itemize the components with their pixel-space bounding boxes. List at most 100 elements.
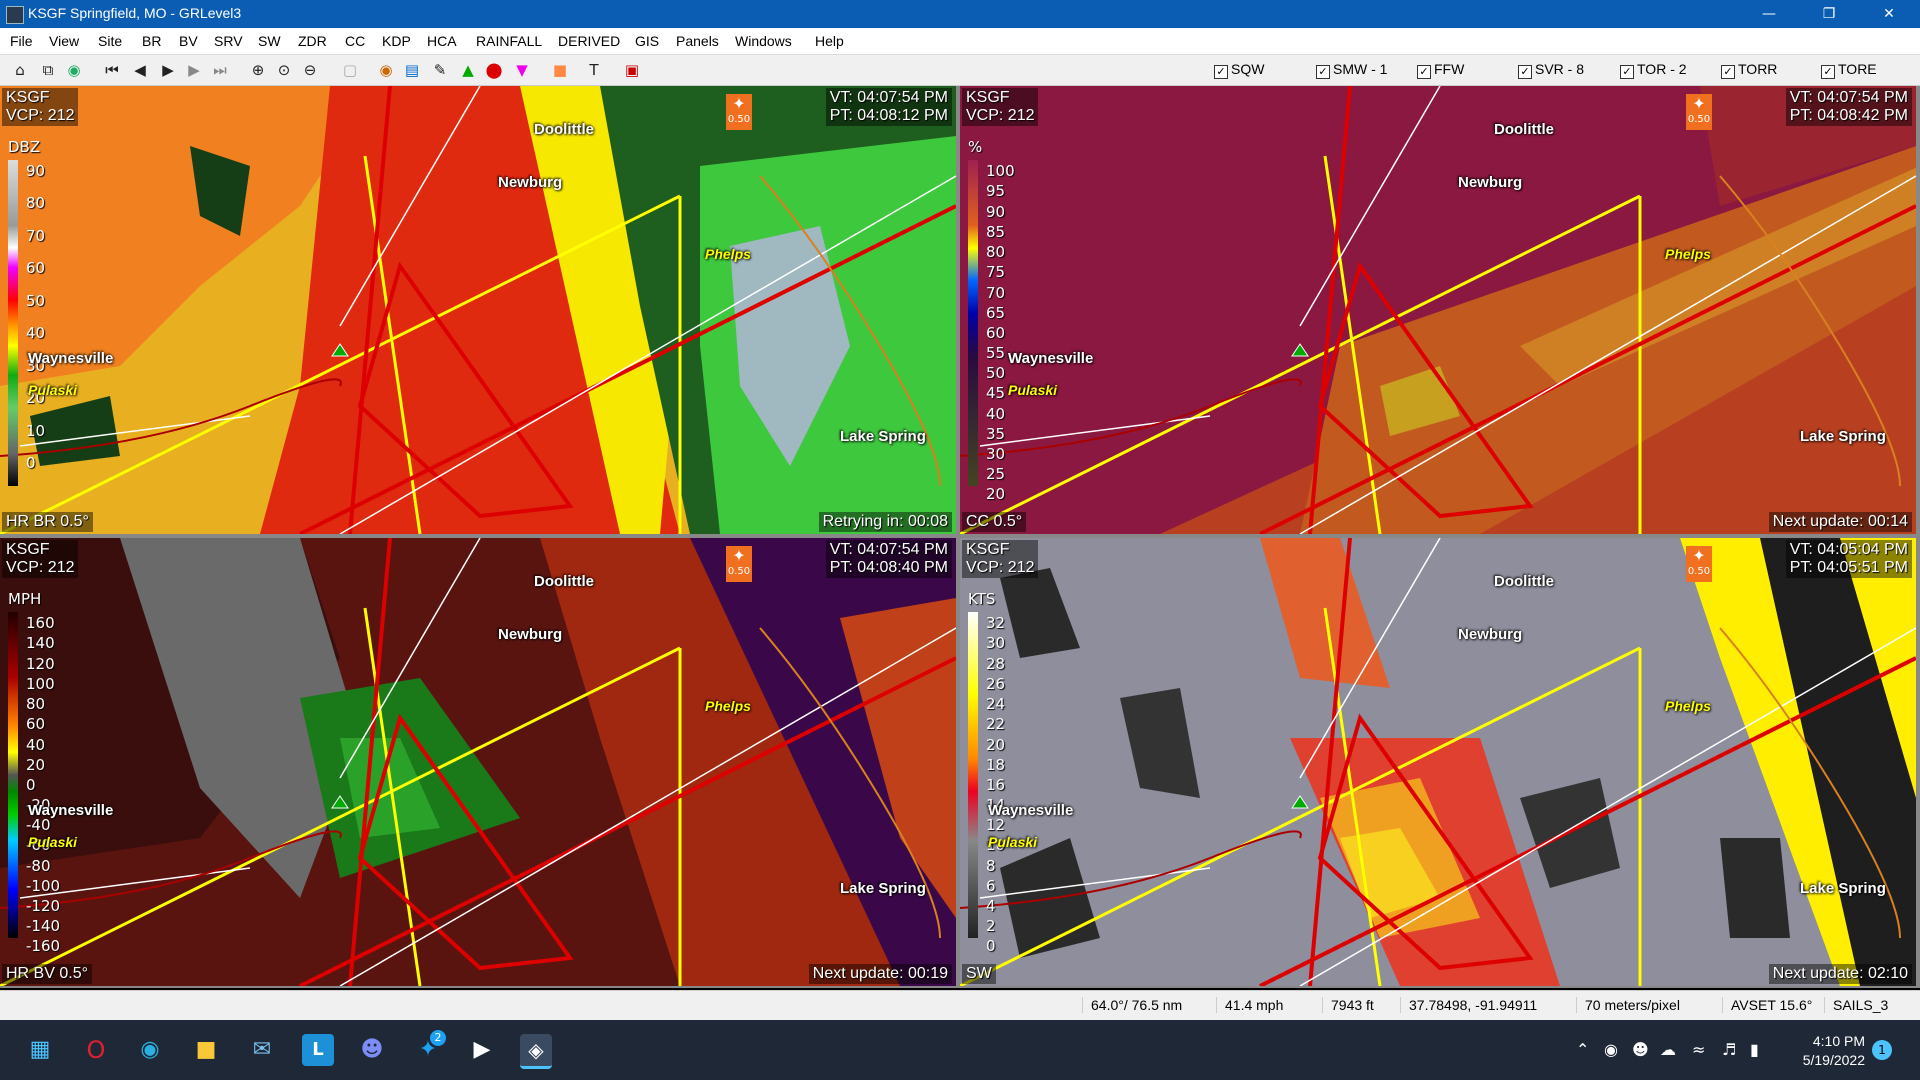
menu-file[interactable]: File [10, 33, 33, 49]
radar-panels: KSGF VCP: 212 VT: 04:07:54 PM PT: 04:08:12… [0, 86, 1920, 988]
warning-toggle-tor[interactable]: ✓ TOR - 2 [1620, 61, 1687, 79]
circle-icon[interactable]: ⬤ [484, 60, 504, 80]
notification-badge[interactable]: 1 [1872, 1040, 1892, 1060]
menu-cc[interactable]: CC [345, 33, 365, 49]
spectrum-width-map [960, 538, 1916, 986]
media-player-icon[interactable]: ▶ [466, 1034, 498, 1066]
steam-icon[interactable]: ◉ [1604, 1040, 1618, 1059]
wifi-icon[interactable]: ≈ [1692, 1040, 1705, 1059]
step-forward-icon[interactable]: ▶ [184, 60, 204, 80]
menu-site[interactable]: Site [98, 33, 122, 49]
battery-icon[interactable]: ▮ [1750, 1040, 1759, 1059]
spotter-marker[interactable]: ✦ 0.50 [726, 546, 752, 582]
file-explorer-icon[interactable]: ■ [190, 1034, 222, 1066]
warning-toggle-ffw[interactable]: ✓ FFW [1417, 61, 1464, 79]
city-phelps: Phelps [705, 698, 751, 714]
color-table-icon[interactable]: ◉ [376, 60, 396, 80]
warning-toggle-tore[interactable]: ✓ TORE [1821, 61, 1877, 79]
zoom-in-icon[interactable]: ⊕ [248, 60, 268, 80]
zoom-area-icon[interactable]: ⊙ [274, 60, 294, 80]
menu-bv[interactable]: BV [179, 33, 198, 49]
zoom-out-icon[interactable]: ⊖ [300, 60, 320, 80]
title-bar: KSGF Springfield, MO - GRLevel3 — ❐ ✕ [0, 0, 1920, 28]
bearing-readout: 64.0°/ 76.5 nm [1082, 997, 1182, 1013]
system-clock[interactable]: 4:10 PM 5/19/2022 [1803, 1032, 1865, 1070]
discord-icon[interactable]: ☻ [356, 1034, 388, 1066]
onedrive-icon[interactable]: ☁ [1660, 1040, 1676, 1059]
menu-srv[interactable]: SRV [214, 33, 243, 49]
city-doolittle: Doolittle [534, 573, 594, 590]
discord-tray-icon[interactable]: ☻ [1632, 1040, 1649, 1059]
city-pulaski: Pulaski [28, 834, 78, 850]
play-icon[interactable]: ▶ [158, 60, 178, 80]
home-icon[interactable]: ⌂ [10, 60, 30, 80]
skip-forward-icon[interactable]: ⏭ [210, 60, 230, 80]
menu-rainfall[interactable]: RAINFALL [476, 33, 542, 49]
skip-back-icon[interactable]: ⏮ [102, 60, 122, 80]
l-app-icon[interactable]: L [302, 1034, 334, 1066]
text-icon[interactable]: T [584, 60, 604, 80]
warning-toggle-smw[interactable]: ✓ SMW - 1 [1316, 61, 1387, 79]
site-info: KSGF VCP: 212 [2, 540, 79, 578]
city-lake-spring: Lake Spring [1800, 428, 1886, 445]
opera-icon[interactable]: O [80, 1034, 112, 1066]
city-lake-spring: Lake Spring [840, 880, 926, 897]
city-newburg: Newburg [1458, 174, 1523, 191]
menu-help[interactable]: Help [815, 33, 844, 49]
menu-view[interactable]: View [49, 33, 79, 49]
volume-icon[interactable]: ♬ [1722, 1040, 1736, 1059]
menu-br[interactable]: BR [142, 33, 161, 49]
site-info: KSGF VCP: 212 [962, 88, 1039, 126]
taskbar: ▦ O ◉ ■ ✉ L ☻ ✦ 2 ▶ ◈ ⌃ ◉ ☻ ☁ ≈ ♬ ▮ 4:10 … [0, 1020, 1920, 1080]
city-newburg: Newburg [498, 174, 563, 191]
edge-icon[interactable]: ◉ [134, 1034, 166, 1066]
grlevel3-icon[interactable]: ◈ [520, 1034, 552, 1069]
mail-icon[interactable]: ✉ [246, 1034, 278, 1066]
minimize-icon[interactable]: — [1746, 0, 1792, 28]
spotter-marker[interactable]: ✦ 0.50 [1686, 546, 1712, 582]
city-waynesville: Waynesville [1008, 350, 1094, 367]
city-doolittle: Doolittle [1494, 573, 1554, 590]
correlation-map [960, 86, 1916, 534]
velocity-map [0, 538, 956, 986]
legend-icon[interactable]: ▤ [402, 60, 422, 80]
step-back-icon[interactable]: ◀ [130, 60, 150, 80]
reflectivity-panel[interactable]: KSGF VCP: 212 VT: 04:07:54 PM PT: 04:08:12… [0, 86, 956, 534]
windows-start-icon[interactable]: ▦ [24, 1034, 56, 1066]
menu-hca[interactable]: HCA [427, 33, 457, 49]
product-label: HR BV 0.5° [2, 964, 92, 984]
menu-panels[interactable]: Panels [676, 33, 719, 49]
time-info: VT: 04:07:54 PM PT: 04:08:42 PM [1785, 88, 1912, 126]
time-info: VT: 04:05:04 PM PT: 04:05:51 PM [1785, 540, 1912, 578]
warning-toggle-svr[interactable]: ✓ SVR - 8 [1518, 61, 1584, 79]
twitter-icon[interactable]: ✦ 2 [412, 1030, 446, 1066]
menu-gis[interactable]: GIS [635, 33, 659, 49]
close-icon[interactable]: ✕ [1866, 0, 1912, 28]
velocity-panel[interactable]: KSGF VCP: 212 VT: 04:07:54 PM PT: 04:08:40… [0, 538, 956, 986]
star-icon: ✦ [732, 546, 746, 565]
square-icon[interactable]: ■ [550, 60, 570, 80]
copy-icon[interactable]: ⧉ [38, 60, 58, 80]
menu-windows[interactable]: Windows [735, 33, 792, 49]
status-bar: 64.0°/ 76.5 nm 41.4 mph 7943 ft 37.78498… [0, 990, 1920, 1021]
chevron-up-icon[interactable]: ⌃ [1576, 1040, 1589, 1059]
city-phelps: Phelps [1665, 698, 1711, 714]
pencil-icon[interactable]: ✎ [430, 60, 450, 80]
spotter-marker[interactable]: ✦ 0.50 [1686, 94, 1712, 130]
triangle-down-icon[interactable]: ▼ [512, 60, 532, 80]
menu-sw[interactable]: SW [258, 33, 281, 49]
warning-toggle-torr[interactable]: ✓ TORR [1721, 61, 1777, 79]
warning-toggle-sqw[interactable]: ✓ SQW [1214, 61, 1264, 79]
globe-icon[interactable]: ◉ [64, 60, 84, 80]
stop-icon[interactable]: ▣ [622, 60, 642, 80]
triangle-icon[interactable]: ▲ [458, 60, 478, 80]
blank-icon[interactable]: ▢ [340, 60, 360, 80]
spotter-marker[interactable]: ✦ 0.50 [726, 94, 752, 130]
menu-kdp[interactable]: KDP [382, 33, 411, 49]
menu-derived[interactable]: DERIVED [558, 33, 620, 49]
update-status: Retrying in: 00:08 [818, 512, 952, 532]
menu-zdr[interactable]: ZDR [298, 33, 327, 49]
spectrum-width-panel[interactable]: KSGF VCP: 212 VT: 04:05:04 PM PT: 04:05:51… [960, 538, 1916, 986]
correlation-panel[interactable]: KSGF VCP: 212 VT: 04:07:54 PM PT: 04:08:42… [960, 86, 1916, 534]
maximize-icon[interactable]: ❐ [1806, 0, 1852, 28]
